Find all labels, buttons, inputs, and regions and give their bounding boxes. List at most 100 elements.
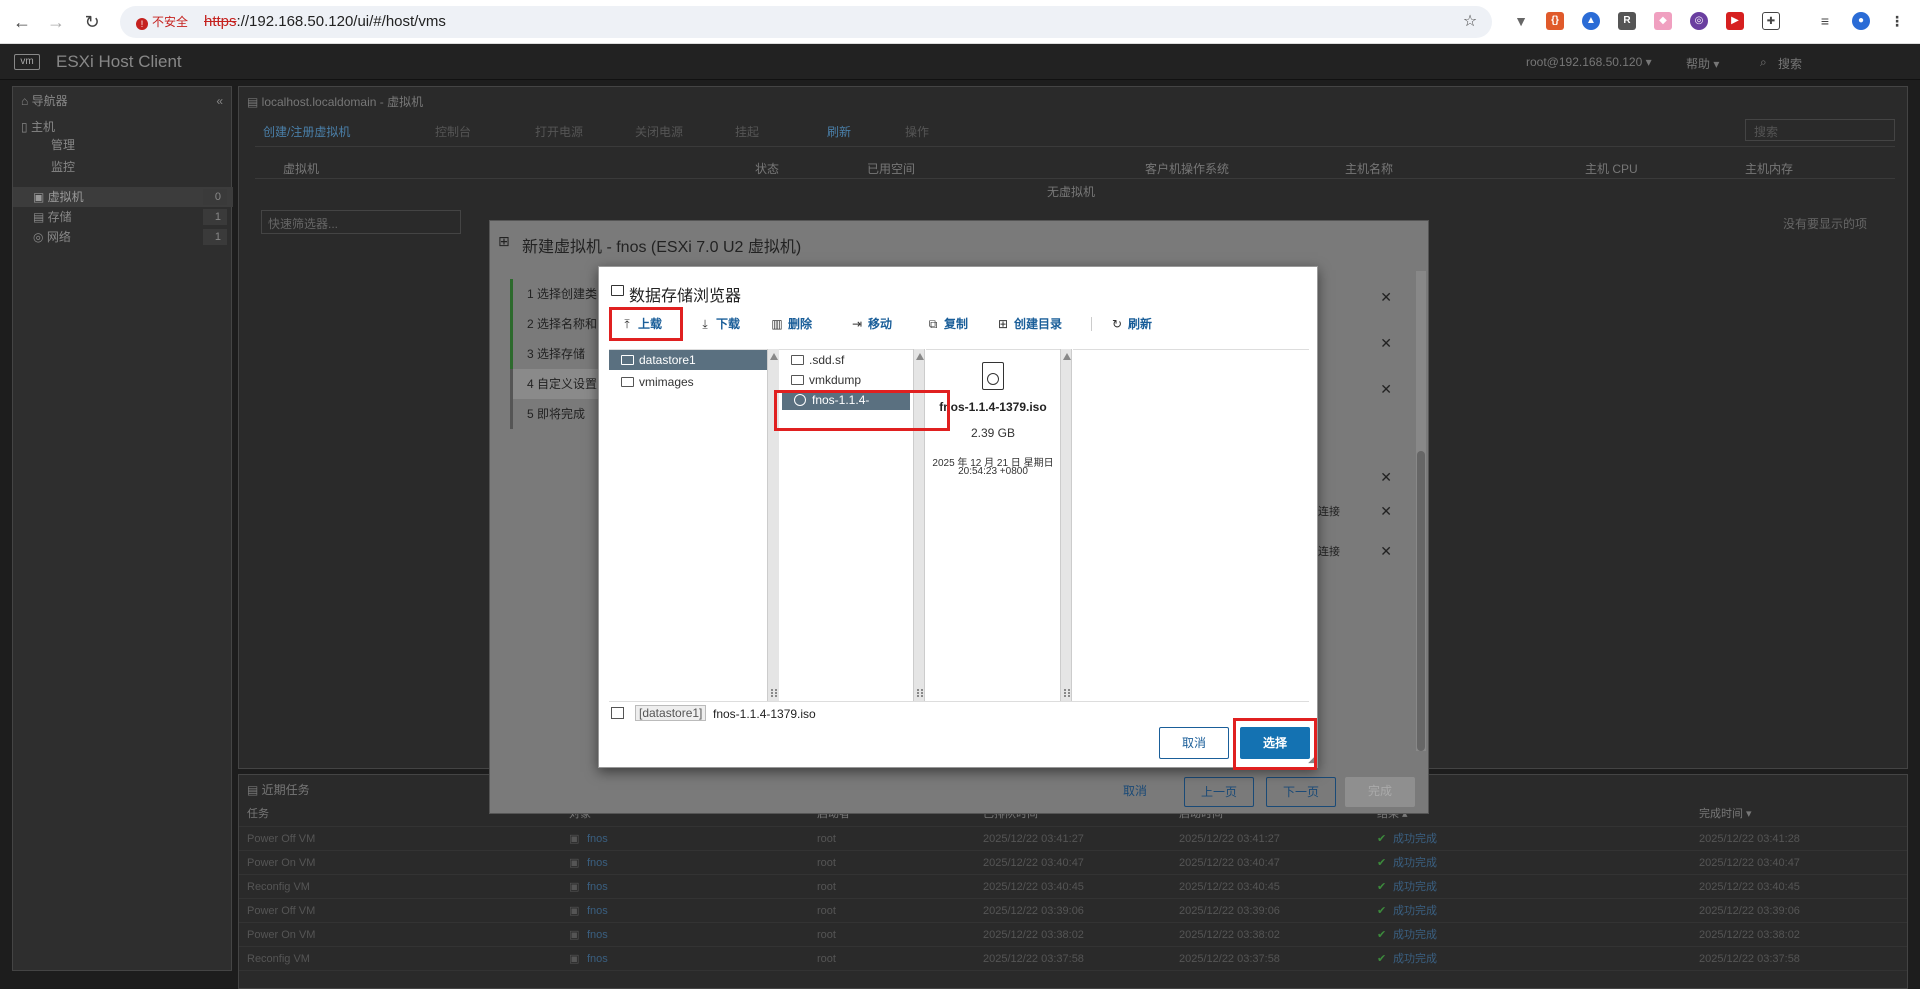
vm-icon: ▣ (569, 881, 580, 893)
col-used-space[interactable]: 已用空间 (867, 160, 915, 177)
create-vm-button[interactable]: 创建/注册虚拟机 (263, 123, 350, 140)
sidebar-item-manage[interactable]: 管理 (13, 135, 233, 155)
search-icon[interactable]: ⌕ (1760, 55, 1767, 70)
task-row[interactable]: Power On VM fnos ▣ root 2025/12/22 03:38:02 2… (239, 923, 1907, 947)
task-cell-task: Power On VM (247, 929, 316, 941)
task-cell-queued: 2025/12/22 03:40:47 (983, 857, 1084, 869)
extension-v-icon[interactable]: ▼ (1512, 12, 1530, 30)
remove-icon[interactable]: ✕ (1380, 503, 1392, 520)
global-search[interactable]: 搜索 (1778, 55, 1802, 72)
datastore-item[interactable]: vmimages (609, 372, 767, 392)
breadcrumb: ▤ localhost.localdomain - 虚拟机 (247, 95, 424, 109)
sidebar-item-host[interactable]: ▯ 主机 (13, 117, 233, 137)
security-badge[interactable]: ! 不安全 (130, 13, 194, 31)
task-cell-task: Power Off VM (247, 905, 316, 917)
highlight-iso-file (774, 390, 950, 431)
task-cell-completed: 2025/12/22 03:41:28 (1699, 833, 1800, 845)
task-row[interactable]: Reconfig VM fnos ▣ root 2025/12/22 03:40:45 2… (239, 875, 1907, 899)
suspend-button[interactable]: 挂起 (735, 123, 759, 140)
help-menu[interactable]: 帮助 ▾ (1686, 55, 1719, 72)
task-row[interactable]: Reconfig VM fnos ▣ root 2025/12/22 03:37:58 2… (239, 947, 1907, 971)
wizard-title: 新建虚拟机 - fnos (ESXi 7.0 U2 虚拟机) (522, 239, 802, 256)
col-host-cpu[interactable]: 主机 CPU (1585, 160, 1638, 177)
power-on-button[interactable]: 打开电源 (535, 123, 583, 140)
extension-translate-icon[interactable]: ▲ (1582, 12, 1600, 30)
remove-icon[interactable]: ✕ (1380, 289, 1392, 306)
task-row[interactable]: Power On VM fnos ▣ root 2025/12/22 03:40:47 2… (239, 851, 1907, 875)
power-off-button[interactable]: 关闭电源 (635, 123, 683, 140)
navigator-header: ⌂ 导航器 « (13, 91, 233, 111)
delete-button[interactable]: ▥ 删除 (769, 313, 812, 335)
datastore-browser-dialog: 数据存储浏览器 ⤒ 上载 ⤓ 下载 ▥ 删除 ⇥ 移动 ⧉ 复制 ⊞ 创建目录 ↻ 刷新 da… (598, 266, 1318, 770)
vm-search-input[interactable]: 搜索 (1745, 119, 1895, 141)
quick-filter-input[interactable]: 快速筛选器... (261, 210, 461, 234)
pane-scrollbar[interactable] (1060, 349, 1072, 701)
remove-icon[interactable]: ✕ (1380, 335, 1392, 352)
task-row[interactable]: Power Off VM fnos ▣ root 2025/12/22 03:41:27… (239, 827, 1907, 851)
refresh-button[interactable]: 刷新 (827, 123, 851, 140)
extension-circle-icon[interactable]: ◎ (1690, 12, 1708, 30)
vm-icon: ▣ (569, 833, 580, 845)
refresh-button[interactable]: ↻ 刷新 (1109, 313, 1152, 335)
col-state[interactable]: 状态 (755, 160, 779, 177)
collapse-icon[interactable]: « (216, 91, 223, 111)
folder-item[interactable]: .sdd.sf (779, 350, 913, 370)
folder-item[interactable]: vmkdump (779, 370, 913, 390)
wizard-back-button[interactable]: 上一页 (1184, 777, 1254, 807)
sidebar-item-vms[interactable]: ▣ 虚拟机 0 (13, 187, 233, 207)
vm-logo-icon: vm (14, 54, 40, 70)
download-icon: ⤓ (702, 317, 708, 331)
vm-icon: ▣ (569, 953, 580, 965)
wizard-next-button[interactable]: 下一页 (1266, 777, 1336, 807)
wizard-scrollbar[interactable] (1416, 271, 1426, 751)
remove-icon[interactable]: ✕ (1380, 469, 1392, 486)
wizard-finish-button[interactable]: 完成 (1345, 777, 1415, 807)
console-button[interactable]: 控制台 (435, 123, 471, 140)
back-icon[interactable]: ← (10, 10, 34, 34)
task-cell-initiator: root (817, 857, 836, 869)
warning-icon: ! (136, 18, 148, 30)
extension-pink-icon[interactable]: ◆ (1654, 12, 1672, 30)
user-menu[interactable]: root@192.168.50.120 ▾ (1526, 55, 1652, 69)
task-cell-queued: 2025/12/22 03:39:06 (983, 905, 1084, 917)
extensions-puzzle-icon[interactable]: ✚ (1762, 12, 1780, 30)
task-cell-task: Power On VM (247, 857, 316, 869)
task-cell-completed: 2025/12/22 03:38:02 (1699, 929, 1800, 941)
wizard-cancel-button[interactable]: 取消 (1110, 777, 1160, 807)
task-cell-initiator: root (817, 833, 836, 845)
task-cell-queued: 2025/12/22 03:37:58 (983, 953, 1084, 965)
toolbar-separator (1091, 317, 1092, 331)
disc-image-icon (982, 362, 1004, 390)
profile-avatar-icon[interactable]: ● (1852, 12, 1870, 30)
task-cell-completed: 2025/12/22 03:40:47 (1699, 857, 1800, 869)
address-bar[interactable]: ! 不安全 https://192.168.50.120/ui/#/host/vm… (120, 6, 1492, 38)
bookmark-star-icon[interactable]: ☆ (1458, 10, 1482, 34)
datastore-item[interactable]: datastore1 (609, 350, 767, 370)
success-icon: ✔ (1377, 857, 1387, 869)
col-guest-os[interactable]: 客户机操作系统 (1145, 160, 1229, 177)
menu-icon[interactable]: ⋮ (1888, 12, 1906, 30)
extension-video-icon[interactable]: ▶ (1726, 12, 1744, 30)
extension-r-icon[interactable]: R (1618, 12, 1636, 30)
create-directory-button[interactable]: ⊞ 创建目录 (995, 313, 1062, 335)
col-vm[interactable]: 虚拟机 (283, 160, 319, 177)
media-control-icon[interactable]: ≡ (1816, 12, 1834, 30)
browser-toolbar: ← → ↻ ! 不安全 https://192.168.50.120/ui/#/h… (0, 0, 1920, 44)
vm-toolbar: 创建/注册虚拟机 控制台 打开电源 关闭电源 挂起 刷新 操作 搜索 (255, 113, 1895, 147)
task-row[interactable]: Power Off VM fnos ▣ root 2025/12/22 03:39:06… (239, 899, 1907, 923)
remove-icon[interactable]: ✕ (1380, 381, 1392, 398)
remove-icon[interactable]: ✕ (1380, 543, 1392, 560)
col-host-name[interactable]: 主机名称 (1345, 160, 1393, 177)
forward-icon[interactable]: → (44, 10, 68, 34)
download-button[interactable]: ⤓ 下载 (697, 313, 740, 335)
col-host-memory[interactable]: 主机内存 (1745, 160, 1793, 177)
sidebar-item-monitor[interactable]: 监控 (13, 157, 233, 177)
reload-icon[interactable]: ↻ (80, 10, 104, 34)
cancel-button[interactable]: 取消 (1159, 727, 1229, 759)
actions-button[interactable]: 操作 (905, 123, 929, 140)
copy-button[interactable]: ⧉ 复制 (925, 313, 968, 335)
extension-json-icon[interactable]: {} (1546, 12, 1564, 30)
move-button[interactable]: ⇥ 移动 (849, 313, 892, 335)
sidebar-item-network[interactable]: ◎ 网络 1 (13, 227, 233, 247)
sidebar-item-storage[interactable]: ▤ 存储 1 (13, 207, 233, 227)
